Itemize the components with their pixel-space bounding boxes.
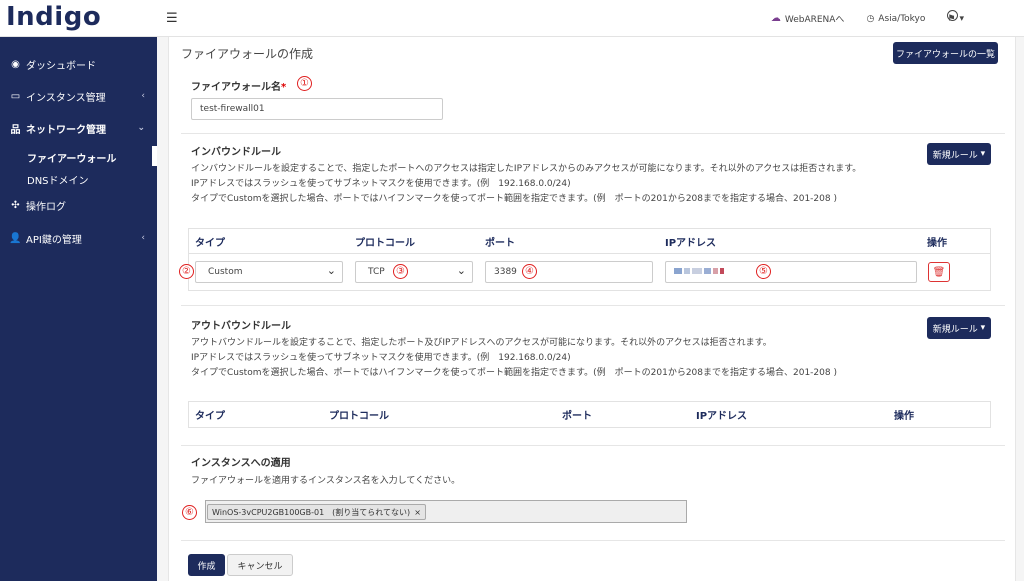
- form-card: ファイアウォールの作成 ファイアウォールの一覧 ファイアウォール名* ① tes…: [168, 37, 1016, 581]
- timezone-link[interactable]: ◷ Asia/Tokyo: [866, 14, 925, 24]
- divider: [181, 133, 1005, 134]
- sidebar-item-label: ダッシュボード: [26, 60, 96, 72]
- sidebar-item-label: 操作ログ: [26, 201, 66, 213]
- caret-down-icon: ▾: [980, 149, 986, 159]
- main-content: ファイアウォールの作成 ファイアウォールの一覧 ファイアウォール名* ① tes…: [157, 37, 1024, 581]
- timezone-label: Asia/Tokyo: [878, 13, 926, 24]
- tachometer-icon: ◉: [11, 58, 20, 70]
- firewall-name-label-text: ファイアウォール名: [191, 82, 281, 93]
- type-select[interactable]: Custom ⌄: [195, 261, 343, 283]
- cloud-icon: ☁: [770, 13, 781, 24]
- caret-down-icon: ▾: [959, 13, 964, 24]
- monitor-icon: ▭: [10, 90, 21, 102]
- required-mark: *: [281, 82, 287, 93]
- apply-heading: インスタンスへの適用: [191, 458, 291, 469]
- sidebar: ◉ ダッシュボード ▭ インスタンス管理 ‹ 品 ネットワーク管理 ⌄ ファイア…: [0, 37, 157, 581]
- crosshair-icon: ✣: [11, 199, 20, 211]
- sidebar-item-label: API鍵の管理: [26, 234, 82, 246]
- protocol-select-value: TCP: [368, 267, 385, 277]
- divider: [181, 305, 1005, 306]
- top-right-menu: ☁ WebARENAへ ◷ Asia/Tokyo ⚑ ▾: [771, 12, 964, 25]
- create-button[interactable]: 作成: [188, 554, 225, 576]
- inbound-heading: インバウンドルール: [191, 147, 281, 158]
- marker-5: ⑤: [756, 264, 771, 279]
- top-navbar: Indigo ☰ ☁ WebARENAへ ◷ Asia/Tokyo ⚑ ▾: [0, 0, 1024, 37]
- sidebar-subitem-dns[interactable]: DNSドメイン: [27, 172, 89, 187]
- col-type: タイプ: [195, 238, 225, 249]
- table-header-divider: [189, 253, 990, 254]
- marker-3: ③: [393, 264, 408, 279]
- inbound-desc-line: インバウンドルールを設定することで、指定したポートへのアクセスは指定したIPアド…: [191, 164, 862, 174]
- clock-icon: ◷: [866, 13, 875, 24]
- type-select-value: Custom: [208, 267, 243, 277]
- outbound-description: アウトバウンドルールを設定することで、指定したポート及びIPアドレスへのアクセス…: [191, 336, 837, 381]
- col-ip: IPアドレス: [665, 238, 717, 249]
- inbound-new-rule-button[interactable]: 新規ルール ▾: [927, 143, 991, 165]
- firewall-name-label: ファイアウォール名*: [191, 78, 286, 93]
- new-rule-label: 新規ルール: [932, 324, 978, 335]
- outbound-heading: アウトバウンドルール: [191, 321, 291, 332]
- outbound-desc-line: アウトバウンドルールを設定することで、指定したポート及びIPアドレスへのアクセス…: [191, 338, 772, 348]
- logo[interactable]: Indigo: [6, 2, 101, 32]
- sitemap-icon: 品: [10, 124, 21, 136]
- marker-1: ①: [297, 76, 312, 91]
- page-title: ファイアウォールの作成: [181, 47, 314, 61]
- caret-down-icon: ▾: [980, 323, 986, 333]
- chevron-left-icon: ‹: [141, 233, 145, 243]
- sidebar-item-label: ネットワーク管理: [26, 124, 106, 136]
- sidebar-subitem-firewall[interactable]: ファイアーウォール: [27, 150, 116, 165]
- marker-2: ②: [179, 264, 194, 279]
- inbound-desc-line: タイプでCustomを選択した場合、ポートではハイフンマークを使ってポート範囲を…: [191, 194, 837, 204]
- cancel-button[interactable]: キャンセル: [227, 554, 293, 576]
- trash-icon: 🗑: [932, 266, 946, 278]
- apply-description: ファイアウォールを適用するインスタンス名を入力してください。: [191, 476, 461, 486]
- outbound-new-rule-button[interactable]: 新規ルール ▾: [927, 317, 991, 339]
- outbound-desc-line: タイプでCustomを選択した場合、ポートではハイフンマークを使ってポート範囲を…: [191, 368, 837, 378]
- new-rule-label: 新規ルール: [932, 150, 978, 161]
- col-action: 操作: [894, 411, 914, 422]
- chevron-down-icon: ⌄: [456, 264, 466, 277]
- sidebar-item-logs[interactable]: ✣ 操作ログ: [0, 195, 157, 215]
- user-account-icon[interactable]: [947, 10, 958, 21]
- inbound-description: インバウンドルールを設定することで、指定したポートへのアクセスは指定したIPアド…: [191, 162, 861, 207]
- ip-address-input[interactable]: [665, 261, 917, 283]
- marker-4: ④: [522, 264, 537, 279]
- instance-tag-label: WinOS-3vCPU2GB100GB-01 (割り当てられてない): [212, 507, 411, 517]
- sidebar-item-label: インスタンス管理: [26, 92, 106, 104]
- webarena-link[interactable]: ☁ WebARENAへ: [771, 12, 845, 25]
- hamburger-icon[interactable]: ☰: [166, 11, 178, 26]
- sidebar-item-instances[interactable]: ▭ インスタンス管理 ‹: [0, 86, 157, 106]
- marker-6: ⑥: [182, 505, 197, 520]
- col-ip: IPアドレス: [696, 411, 748, 422]
- inbound-desc-line: IPアドレスではスラッシュを使ってサブネットマスクを使用できます。(例 192.…: [191, 179, 571, 189]
- col-port: ポート: [485, 238, 515, 249]
- firewall-list-button[interactable]: ファイアウォールの一覧: [893, 42, 998, 64]
- sidebar-item-network[interactable]: 品 ネットワーク管理 ⌄: [0, 118, 157, 138]
- divider: [181, 445, 1005, 446]
- firewall-name-input[interactable]: test-firewall01: [191, 98, 443, 120]
- col-protocol: プロトコール: [329, 411, 389, 422]
- col-action: 操作: [927, 238, 947, 249]
- tag-remove-icon[interactable]: ×: [414, 508, 421, 517]
- outbound-desc-line: IPアドレスではスラッシュを使ってサブネットマスクを使用できます。(例 192.…: [191, 353, 571, 363]
- col-type: タイプ: [195, 411, 225, 422]
- user-icon: 👤: [9, 232, 22, 244]
- sidebar-item-api-keys[interactable]: 👤 API鍵の管理 ‹: [0, 228, 157, 248]
- port-input[interactable]: 3389: [485, 261, 653, 283]
- redacted-ip: [674, 267, 726, 277]
- chevron-down-icon: ⌄: [137, 123, 145, 133]
- protocol-select[interactable]: TCP ⌄: [355, 261, 473, 283]
- divider: [181, 540, 1005, 541]
- chevron-down-icon: ⌄: [326, 264, 336, 277]
- webarena-label: WebARENAへ: [784, 15, 845, 25]
- delete-rule-button[interactable]: 🗑: [928, 262, 950, 282]
- col-port: ポート: [562, 411, 592, 422]
- col-protocol: プロトコール: [355, 238, 415, 249]
- sidebar-item-dashboard[interactable]: ◉ ダッシュボード: [0, 54, 157, 74]
- instance-tag: WinOS-3vCPU2GB100GB-01 (割り当てられてない) ×: [207, 504, 426, 520]
- chevron-left-icon: ‹: [141, 91, 145, 101]
